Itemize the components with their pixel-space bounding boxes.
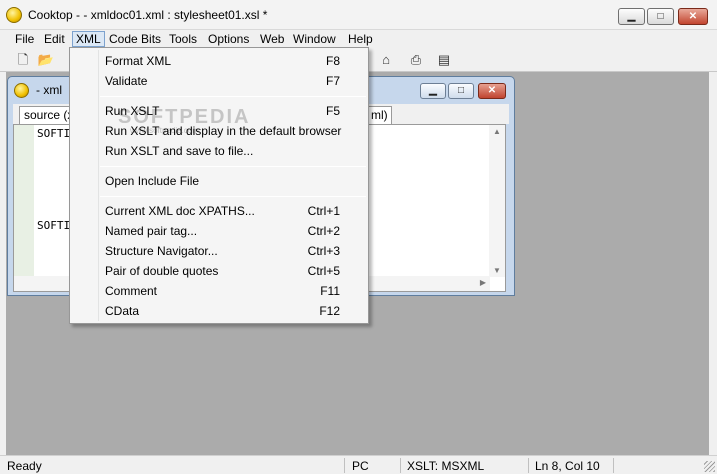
status-mode: PC <box>352 459 369 473</box>
new-file-icon[interactable]: 🗋 <box>14 51 32 69</box>
menu-separator <box>100 166 366 167</box>
menu-item-run-xslt-browser[interactable]: Run XSLT and display in the default brow… <box>72 121 366 141</box>
menu-item-run-xslt[interactable]: Run XSLT F5 <box>72 101 366 121</box>
doc-maximize-button[interactable]: □ <box>448 83 474 99</box>
menu-edit[interactable]: Edit <box>41 31 68 47</box>
menu-item-structure-navigator[interactable]: Structure Navigator... Ctrl+3 <box>72 241 366 261</box>
document-icon <box>14 83 29 98</box>
doc-close-button[interactable]: ✕ <box>478 83 506 99</box>
menu-item-cdata[interactable]: CData F12 <box>72 301 366 321</box>
menu-item-open-include-file[interactable]: Open Include File <box>72 171 366 191</box>
menu-separator <box>100 96 366 97</box>
menu-item-double-quotes[interactable]: Pair of double quotes Ctrl+5 <box>72 261 366 281</box>
menu-window[interactable]: Window <box>290 31 339 47</box>
doc-minimize-button[interactable]: ▁ <box>420 83 446 99</box>
document-title: - xml <box>36 83 62 97</box>
editor-line: SOFTI <box>37 127 71 140</box>
menu-item-xpaths[interactable]: Current XML doc XPATHS... Ctrl+1 <box>72 201 366 221</box>
maximize-icon: □ <box>657 11 664 22</box>
scroll-down-icon[interactable]: ▼ <box>493 266 501 275</box>
menu-item-comment[interactable]: Comment F11 <box>72 281 366 301</box>
scroll-right-icon[interactable]: ▶ <box>480 278 486 287</box>
home-icon[interactable]: ⌂ <box>377 51 395 69</box>
properties-icon[interactable]: ▤ <box>435 51 453 69</box>
menu-help[interactable]: Help <box>345 31 376 47</box>
editor-line: SOFTI <box>37 219 71 232</box>
menu-web[interactable]: Web <box>257 31 287 47</box>
close-icon: ✕ <box>487 85 497 96</box>
maximize-icon: □ <box>457 85 465 96</box>
scroll-up-icon[interactable]: ▲ <box>493 127 501 136</box>
minimize-icon: ▁ <box>627 11 636 22</box>
line-gutter <box>14 125 34 277</box>
vertical-scrollbar[interactable]: ▲ ▼ <box>489 125 505 277</box>
menu-file[interactable]: File <box>12 31 37 47</box>
close-button[interactable]: ✕ <box>678 8 708 25</box>
tab-xml[interactable]: ml) <box>368 106 392 124</box>
window-title: Cooktop - - xmldoc01.xml : stylesheet01.… <box>28 8 268 22</box>
minimize-icon: ▁ <box>429 85 437 96</box>
menu-tools[interactable]: Tools <box>166 31 200 47</box>
menu-item-validate[interactable]: Validate F7 <box>72 71 366 91</box>
menu-code-bits[interactable]: Code Bits <box>106 31 164 47</box>
menu-xml[interactable]: XML <box>72 31 105 47</box>
menu-item-run-xslt-save[interactable]: Run XSLT and save to file... <box>72 141 366 161</box>
close-icon: ✕ <box>688 11 698 22</box>
minimize-button[interactable]: ▁ <box>618 8 645 25</box>
menu-item-format-xml[interactable]: Format XML F8 <box>72 51 366 71</box>
status-ready: Ready <box>7 459 42 473</box>
menu-item-named-pair-tag[interactable]: Named pair tag... Ctrl+2 <box>72 221 366 241</box>
xml-menu-dropdown: SOFTPEDIA www.softpedia.com Format XML F… <box>69 47 369 324</box>
menu-separator <box>100 196 366 197</box>
title-bar: Cooktop - - xmldoc01.xml : stylesheet01.… <box>0 0 717 30</box>
app-icon <box>6 7 22 23</box>
status-cursor-position: Ln 8, Col 10 <box>535 459 600 473</box>
status-bar: Ready PC XSLT: MSXML Ln 8, Col 10 <box>0 455 717 474</box>
status-xslt-engine: XSLT: MSXML <box>407 459 485 473</box>
menu-bar: File Edit XML Code Bits Tools Options We… <box>0 30 717 48</box>
resize-grip-icon[interactable] <box>704 461 715 472</box>
menu-options[interactable]: Options <box>205 31 252 47</box>
maximize-button[interactable]: □ <box>647 8 674 25</box>
print-icon[interactable]: ⎙ <box>407 51 425 69</box>
open-folder-icon[interactable]: 📂 <box>37 51 55 69</box>
